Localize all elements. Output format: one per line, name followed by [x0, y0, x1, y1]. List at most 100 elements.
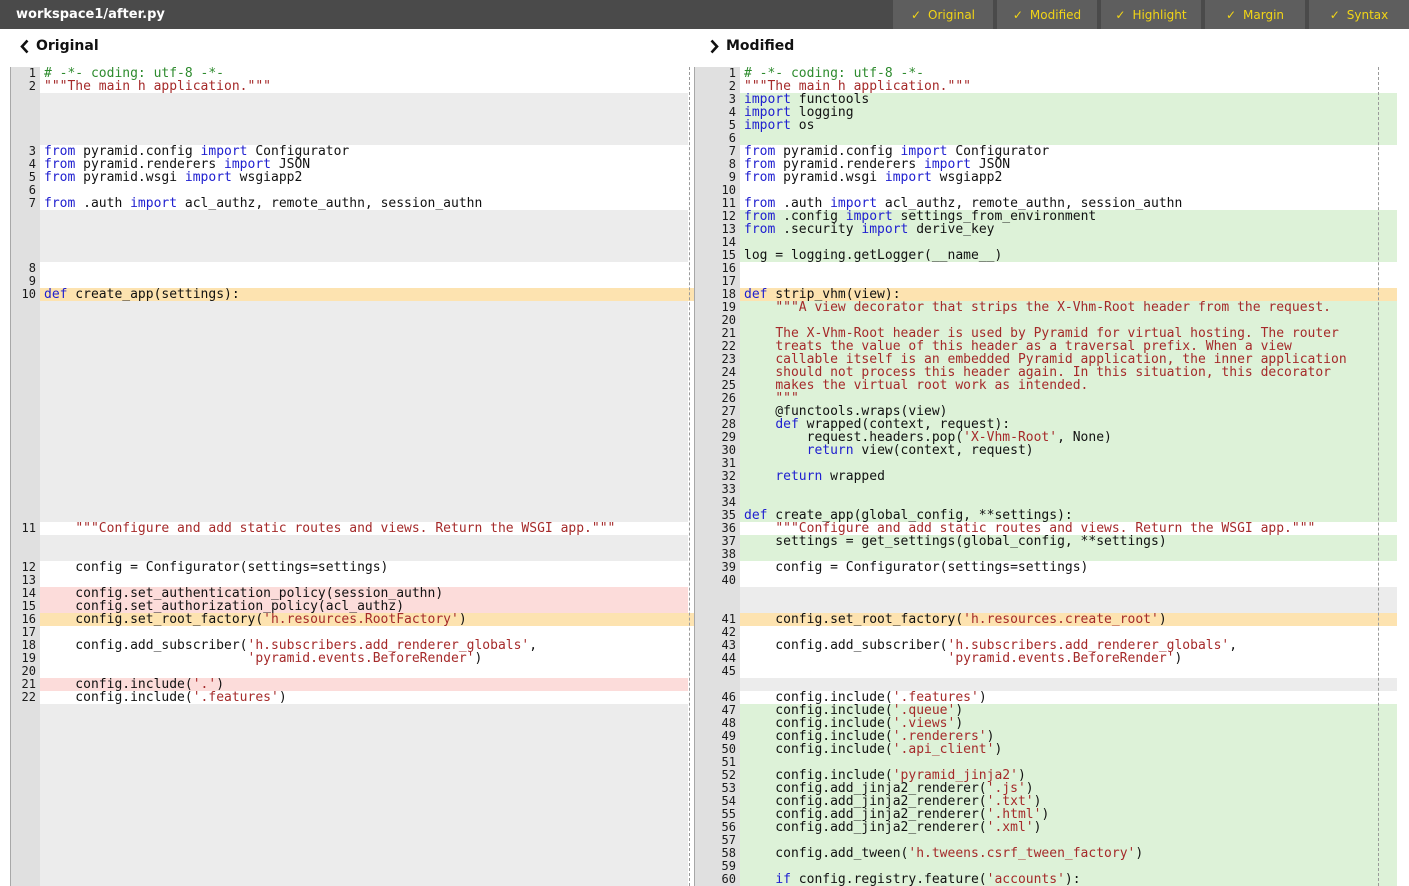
line-number: 7 — [694, 145, 740, 158]
line-number: 43 — [694, 639, 740, 652]
code-text — [740, 132, 1397, 145]
filler-row — [0, 457, 688, 470]
original-pane-header-label: Original — [36, 38, 99, 54]
toggle-margin-button[interactable]: ✓Margin — [1205, 0, 1305, 29]
code-row: 18def strip_vhm(view): — [688, 288, 1397, 301]
line-number: 12 — [10, 561, 40, 574]
pane-left-padding — [0, 756, 10, 769]
code-text: config.add_jinja2_renderer('.js') — [740, 782, 1397, 795]
filler-cell — [40, 782, 688, 795]
filler-cell — [40, 119, 688, 132]
code-row: 15log = logging.getLogger(__name__) — [688, 249, 1397, 262]
filler-cell — [40, 483, 688, 496]
code-text: """Configure and add static routes and v… — [40, 522, 688, 535]
pane-left-padding — [0, 184, 10, 197]
line-number — [10, 860, 40, 873]
line-number: 18 — [694, 288, 740, 301]
code-row: 5from pyramid.wsgi import wsgiapp2 — [0, 171, 688, 184]
modified-pane[interactable]: 1# -*- coding: utf-8 -*-2"""The main h a… — [688, 67, 1397, 886]
line-number — [10, 119, 40, 132]
pane-left-padding — [0, 301, 10, 314]
line-number: 10 — [10, 288, 40, 301]
line-number: 17 — [694, 275, 740, 288]
code-row: 13 — [0, 574, 688, 587]
code-text — [740, 834, 1397, 847]
toggle-modified-button[interactable]: ✓Modified — [997, 0, 1097, 29]
code-text: config.set_root_factory('h.resources.cre… — [740, 613, 1397, 626]
filler-row — [0, 444, 688, 457]
filler-row — [0, 405, 688, 418]
pane-left-padding — [0, 444, 10, 457]
filler-row — [0, 496, 688, 509]
line-number: 57 — [694, 834, 740, 847]
code-row: 40 — [688, 574, 1397, 587]
code-text: treats the value of this header as a tra… — [740, 340, 1397, 353]
line-number: 50 — [694, 743, 740, 756]
filler-row — [688, 600, 1397, 613]
filler-cell — [40, 769, 688, 782]
filler-row — [0, 847, 688, 860]
line-number — [10, 457, 40, 470]
pane-left-padding — [0, 171, 10, 184]
code-row: 37 settings = get_settings(global_config… — [688, 535, 1397, 548]
line-number: 51 — [694, 756, 740, 769]
code-row: 55 config.add_jinja2_renderer('.html') — [688, 808, 1397, 821]
toggle-highlight-button[interactable]: ✓Highlight — [1101, 0, 1201, 29]
filler-cell — [40, 834, 688, 847]
code-text: def strip_vhm(view): — [740, 288, 1397, 301]
filler-cell — [40, 717, 688, 730]
line-number: 6 — [10, 184, 40, 197]
pane-left-padding — [0, 379, 10, 392]
filler-cell — [40, 470, 688, 483]
code-row: 38 — [688, 548, 1397, 561]
filler-row — [0, 132, 688, 145]
filler-row — [0, 379, 688, 392]
line-number: 24 — [694, 366, 740, 379]
line-number: 36 — [694, 522, 740, 535]
pane-left-padding — [0, 496, 10, 509]
code-text: 'pyramid.events.BeforeRender') — [40, 652, 688, 665]
pane-left-padding — [0, 418, 10, 431]
filler-row — [0, 860, 688, 873]
toolbar: ✓Original✓Modified✓Highlight✓Margin✓Synt… — [889, 0, 1409, 29]
filler-row — [688, 678, 1397, 691]
pane-left-padding — [0, 600, 10, 613]
code-row: 16 — [688, 262, 1397, 275]
line-number — [10, 743, 40, 756]
code-row: 20 — [688, 314, 1397, 327]
pane-left-padding — [0, 574, 10, 587]
code-row: 12 config = Configurator(settings=settin… — [0, 561, 688, 574]
code-text — [740, 626, 1397, 639]
code-row: 46 config.include('.features') — [688, 691, 1397, 704]
code-row: 28 def wrapped(context, request): — [688, 418, 1397, 431]
code-text: from pyramid.renderers import JSON — [740, 158, 1397, 171]
line-number — [10, 93, 40, 106]
original-pane[interactable]: 1# -*- coding: utf-8 -*-2"""The main h a… — [0, 67, 688, 886]
filler-cell — [40, 535, 688, 548]
code-row: 41 config.set_root_factory('h.resources.… — [688, 613, 1397, 626]
code-text — [740, 574, 1397, 587]
code-text — [740, 314, 1397, 327]
line-number — [10, 873, 40, 886]
code-row: 6 — [0, 184, 688, 197]
code-row: 60 if config.registry.feature('accounts'… — [688, 873, 1397, 886]
code-row: 51 — [688, 756, 1397, 769]
filler-row — [0, 418, 688, 431]
code-row: 3import functools — [688, 93, 1397, 106]
line-number — [10, 548, 40, 561]
checkmark-icon: ✓ — [911, 8, 921, 22]
line-number: 54 — [694, 795, 740, 808]
toggle-syntax-button[interactable]: ✓Syntax — [1309, 0, 1409, 29]
code-text — [740, 236, 1397, 249]
toggle-original-button[interactable]: ✓Original — [893, 0, 993, 29]
code-row: 1# -*- coding: utf-8 -*- — [688, 67, 1397, 80]
code-row: 10 — [688, 184, 1397, 197]
line-number — [10, 782, 40, 795]
line-number: 11 — [694, 197, 740, 210]
code-text — [40, 184, 688, 197]
line-number — [694, 600, 740, 613]
code-text: config.include('.api_client') — [740, 743, 1397, 756]
filler-row — [0, 236, 688, 249]
code-text: config.add_subscriber('h.subscribers.add… — [40, 639, 688, 652]
line-number: 37 — [694, 535, 740, 548]
